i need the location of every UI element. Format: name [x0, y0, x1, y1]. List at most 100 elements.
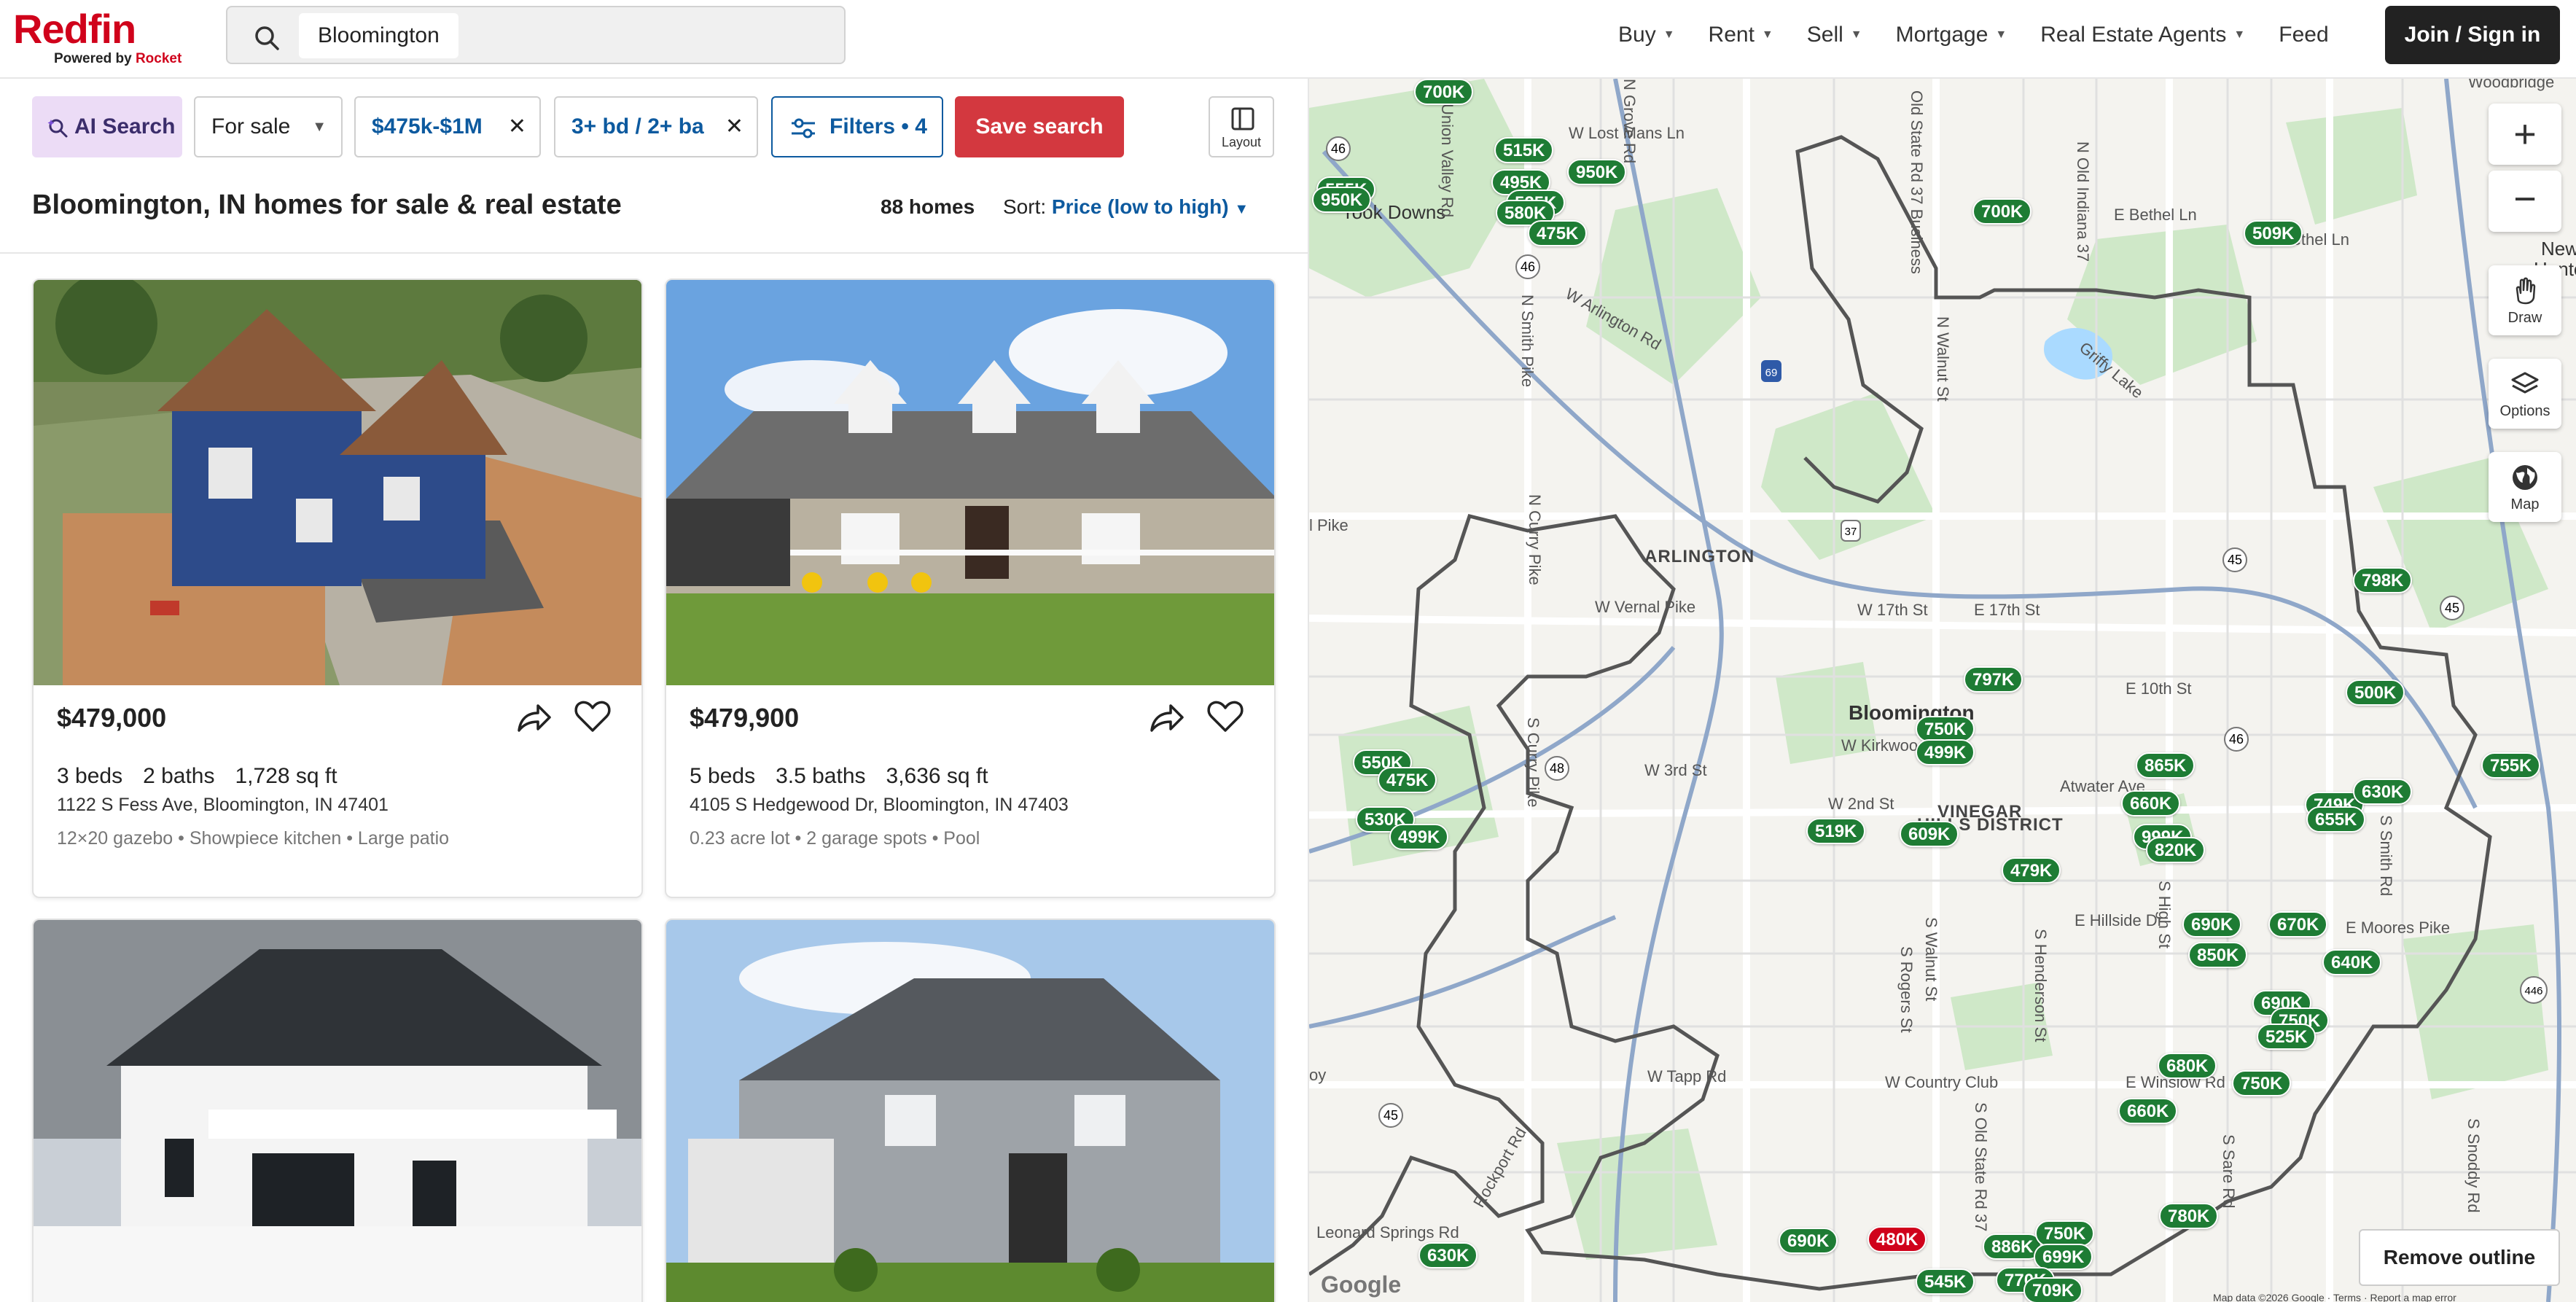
- close-icon[interactable]: ✕: [725, 98, 743, 156]
- map-label-w-2nd: W 2nd St: [1828, 795, 1894, 813]
- price-pin[interactable]: 699K: [2034, 1244, 2093, 1270]
- listing-card[interactable]: [32, 919, 643, 1302]
- price-pin[interactable]: 519K: [1806, 818, 1866, 844]
- price-pin[interactable]: 780K: [2159, 1203, 2219, 1229]
- listing-photo[interactable]: [34, 920, 641, 1302]
- map-label-e-17th: E 17th St: [1974, 601, 2040, 619]
- redfin-logo[interactable]: Redfin Powered by Rocket: [13, 6, 195, 66]
- layout-toggle-button[interactable]: Layout: [1209, 96, 1274, 157]
- join-signin-button[interactable]: Join / Sign in: [2385, 6, 2560, 64]
- price-pin[interactable]: 475K: [1528, 220, 1588, 246]
- price-pin[interactable]: 797K: [1964, 666, 2023, 693]
- share-icon[interactable]: [515, 698, 553, 736]
- price-pin[interactable]: 750K: [2035, 1220, 2095, 1247]
- for-sale-dropdown[interactable]: For sale ▼: [194, 96, 343, 157]
- price-pin[interactable]: 950K: [1312, 187, 1372, 213]
- search-icon[interactable]: [252, 23, 281, 52]
- price-pin[interactable]: 475K: [1378, 767, 1437, 793]
- map-label-e-bethel: E Bethel Ln: [2114, 206, 2197, 224]
- price-pin[interactable]: 950K: [1567, 159, 1627, 185]
- layout-label: Layout: [1221, 135, 1262, 149]
- filters-button[interactable]: Filters • 4: [771, 96, 943, 157]
- price-pin[interactable]: 690K: [2182, 911, 2242, 937]
- listing-address[interactable]: 4105 S Hedgewood Dr, Bloomington, IN 474…: [690, 795, 1069, 816]
- price-pin[interactable]: 865K: [2136, 752, 2196, 779]
- zoom-in-button[interactable]: +: [2489, 104, 2561, 165]
- price-pin[interactable]: 609K: [1900, 821, 1959, 847]
- chevron-down-icon: ▼: [1850, 28, 1862, 41]
- price-pin[interactable]: 680K: [2158, 1053, 2217, 1079]
- listing-photo[interactable]: [34, 280, 641, 685]
- price-pin[interactable]: 509K: [2244, 220, 2303, 246]
- price-pin[interactable]: 850K: [2188, 942, 2248, 968]
- nav-sell[interactable]: Sell ▼: [1807, 23, 1862, 47]
- price-pin[interactable]: 525K: [2257, 1024, 2317, 1050]
- price-pin[interactable]: 755K: [2481, 752, 2541, 779]
- listing-photo[interactable]: [666, 920, 1274, 1302]
- favorite-heart-icon[interactable]: [573, 697, 612, 736]
- price-pin[interactable]: 630K: [2353, 779, 2413, 805]
- listing-photo[interactable]: [666, 280, 1274, 685]
- chevron-down-icon: ▼: [1761, 28, 1773, 41]
- price-pin[interactable]: 479K: [2002, 857, 2061, 884]
- price-pin[interactable]: 700K: [1972, 198, 2032, 225]
- price-pin[interactable]: 480K: [1867, 1226, 1927, 1252]
- nav-buy[interactable]: Buy ▼: [1618, 23, 1675, 47]
- sort-dropdown[interactable]: Sort: Price (low to high) ▼: [1003, 195, 1249, 219]
- map-type-button[interactable]: Map: [2489, 452, 2561, 522]
- map-label-n-curry: N Curry Pike: [1526, 494, 1544, 585]
- favorite-heart-icon[interactable]: [1206, 697, 1245, 736]
- listing-card[interactable]: $479,900 5 beds 3.5 baths 3,636 sq ft 4105…: [665, 278, 1276, 898]
- price-pin[interactable]: 515K: [1494, 137, 1554, 163]
- price-pin[interactable]: 500K: [2346, 679, 2405, 706]
- listing-features: 0.23 acre lot • 2 garage spots • Pool: [690, 828, 980, 849]
- price-pin[interactable]: 499K: [1916, 739, 1975, 765]
- beds-baths-filter-chip[interactable]: 3+ bd / 2+ ba ✕: [554, 96, 758, 157]
- nav-rent[interactable]: Rent ▼: [1709, 23, 1773, 47]
- price-pin[interactable]: 499K: [1389, 824, 1449, 850]
- nav-mortgage[interactable]: Mortgage ▼: [1896, 23, 2007, 47]
- price-pin[interactable]: 640K: [2322, 949, 2382, 975]
- price-pin[interactable]: 750K: [1916, 716, 1975, 742]
- nav-agents[interactable]: Real Estate Agents ▼: [2040, 23, 2245, 47]
- options-button[interactable]: Options: [2489, 359, 2561, 429]
- close-icon[interactable]: ✕: [508, 98, 526, 156]
- price-pin[interactable]: 660K: [2121, 790, 2181, 816]
- price-pin[interactable]: 820K: [2146, 837, 2206, 863]
- location-search-box[interactable]: Bloomington: [226, 6, 846, 64]
- price-pin[interactable]: 670K: [2268, 911, 2328, 937]
- remove-outline-button[interactable]: Remove outline: [2359, 1229, 2560, 1286]
- listing-address[interactable]: 1122 S Fess Ave, Bloomington, IN 47401: [57, 795, 389, 816]
- price-pin[interactable]: 798K: [2353, 567, 2413, 593]
- chevron-down-icon: ▼: [312, 119, 327, 135]
- map-attribution[interactable]: Map data ©2026 Google · Terms · Report a…: [2213, 1292, 2456, 1302]
- nav-mortgage-label: Mortgage: [1895, 23, 1988, 47]
- price-pin[interactable]: 630K: [1418, 1242, 1478, 1268]
- share-icon[interactable]: [1147, 698, 1185, 736]
- listing-card[interactable]: [665, 919, 1276, 1302]
- nav-feed-label: Feed: [2279, 23, 2329, 47]
- price-pin[interactable]: 750K: [2232, 1070, 2292, 1096]
- map-label-e-hillside: E Hillside Dr: [2075, 911, 2163, 929]
- listing-card[interactable]: $479,000 3 beds 2 baths 1,728 sq ft 1122 S…: [32, 278, 643, 898]
- ai-search-button[interactable]: AI Search: [32, 96, 182, 157]
- map-label-arlington: ARLINGTON: [1644, 547, 1755, 566]
- price-pin[interactable]: 660K: [2118, 1098, 2178, 1124]
- price-filter-chip[interactable]: $475k-$1M ✕: [354, 96, 541, 157]
- nav-feed[interactable]: Feed: [2279, 23, 2328, 47]
- logo-powered-prefix: Powered by: [54, 51, 132, 66]
- price-pin[interactable]: 700K: [1414, 79, 1474, 105]
- listing-beds: 3 beds: [57, 764, 123, 788]
- draw-button[interactable]: Draw: [2489, 265, 2561, 335]
- main-nav: Buy ▼ Rent ▼ Sell ▼ Mortgage ▼ Real Estate A…: [1618, 0, 2362, 70]
- map-label-s-smith: S Smith Rd: [2377, 815, 2395, 897]
- map-panel[interactable]: 46 46 45 45 46 48 45 446 69 37 Bloomingt…: [1309, 79, 2576, 1302]
- price-pin[interactable]: 545K: [1916, 1268, 1975, 1295]
- price-pin[interactable]: 655K: [2306, 806, 2366, 833]
- save-search-button[interactable]: Save search: [955, 96, 1124, 157]
- price-pin[interactable]: 690K: [1779, 1228, 1838, 1254]
- search-location-chip[interactable]: Bloomington: [299, 13, 458, 58]
- interstate-69-label: 69: [1765, 367, 1778, 379]
- zoom-out-button[interactable]: −: [2489, 171, 2561, 232]
- price-pin[interactable]: 709K: [2023, 1277, 2083, 1302]
